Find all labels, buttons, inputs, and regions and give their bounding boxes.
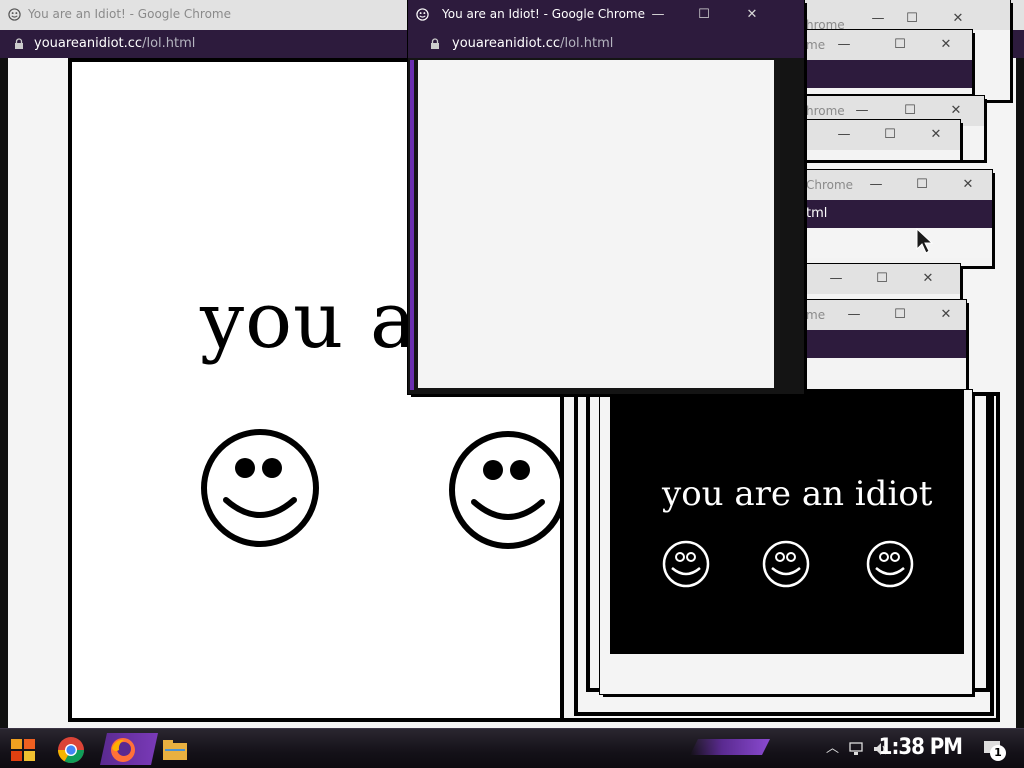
minimize-button[interactable]: —	[832, 34, 856, 56]
lock-icon	[431, 38, 439, 49]
main-window-title: You are an Idiot! - Google Chrome	[28, 7, 231, 21]
popup-window-stack-5[interactable]: Chrome — ☐ ✕ tml	[804, 170, 992, 266]
close-button[interactable]: ✕	[916, 268, 940, 290]
smiley-favicon-icon	[416, 8, 429, 21]
close-button[interactable]: ✕	[924, 124, 948, 146]
smiley-icon	[662, 540, 710, 588]
popup-url: tml	[806, 206, 828, 221]
maximize-button[interactable]: ☐	[898, 100, 922, 122]
popup-window-stack-2[interactable]: me — ☐ ✕	[804, 30, 972, 94]
close-button[interactable]: ✕	[740, 4, 764, 26]
popup-title: Chrome	[806, 178, 854, 192]
maximize-button[interactable]: ☐	[878, 124, 902, 146]
active-url: youareanidiot.cc/lol.html	[452, 36, 614, 51]
maximize-button[interactable]: ☐	[910, 174, 934, 196]
popup-address-bar	[804, 330, 966, 358]
smiley-favicon-icon	[8, 8, 21, 21]
popup-titlebar: Chrome — ☐ ✕	[804, 170, 992, 200]
popup-titlebar: me — ☐ ✕	[804, 300, 966, 330]
close-button[interactable]: ✕	[934, 304, 958, 326]
maximize-button[interactable]: ☐	[900, 8, 924, 30]
maximize-button[interactable]: ☐	[870, 268, 894, 290]
popup-address-bar	[804, 60, 972, 88]
popup-window-stack-7[interactable]: me — ☐ ✕	[804, 300, 966, 390]
smiley-icon	[762, 540, 810, 588]
minimize-button[interactable]: —	[850, 100, 874, 122]
show-hidden-icons-icon[interactable]: ︿	[826, 737, 839, 756]
smiley-icon	[201, 429, 319, 547]
idiot-page-small: you are an idiot	[610, 390, 964, 654]
popup-title: me	[806, 38, 826, 52]
right-frame-accent	[1016, 58, 1024, 728]
minimize-button[interactable]: —	[824, 268, 848, 290]
active-titlebar[interactable]: You are an Idiot! - Google Chrome — ☐ ✕	[408, 0, 804, 30]
popup-titlebar: — ☐ ✕	[804, 264, 960, 294]
main-url: youareanidiot.cc/lol.html	[34, 36, 196, 51]
popup-titlebar: me — ☐ ✕	[804, 30, 972, 60]
minimize-button[interactable]: —	[646, 4, 670, 26]
left-frame-accent	[0, 58, 8, 728]
popup-title: hrome	[806, 18, 845, 30]
lock-icon	[15, 38, 23, 49]
notification-center-icon[interactable]: 1	[982, 739, 1006, 761]
popup-window-active[interactable]: You are an Idiot! - Google Chrome — ☐ ✕ …	[408, 0, 804, 394]
popup-title: hrome	[806, 104, 845, 118]
popup-window-stack-6[interactable]: — ☐ ✕	[804, 264, 960, 300]
file-explorer-icon[interactable]	[160, 735, 190, 765]
taskbar: ︿ 1:38 PM 1	[0, 728, 1024, 768]
minimize-button[interactable]: —	[832, 124, 856, 146]
close-button[interactable]: ✕	[934, 34, 958, 56]
big-idiot-text: you a	[200, 276, 418, 366]
smiley-icon	[449, 431, 564, 549]
notification-count-badge: 1	[990, 745, 1006, 761]
maximize-button[interactable]: ☐	[888, 304, 912, 326]
popup-content	[804, 228, 992, 258]
taskbar-decoration	[690, 739, 770, 755]
firefox-icon[interactable]	[108, 735, 138, 765]
network-icon[interactable]	[848, 741, 864, 757]
popup-address-bar: tml	[804, 200, 992, 228]
chrome-icon[interactable]	[56, 735, 86, 765]
close-button[interactable]: ✕	[944, 100, 968, 122]
taskbar-clock[interactable]: 1:38 PM	[879, 735, 963, 760]
active-page-content	[418, 60, 774, 388]
minimize-button[interactable]: —	[866, 8, 890, 30]
popup-window-stack-4[interactable]: — ☐ ✕	[804, 120, 960, 160]
smiley-icon	[866, 540, 914, 588]
popup-titlebar: hrome — ☐ ✕	[800, 0, 1010, 30]
active-window-title: You are an Idiot! - Google Chrome	[442, 7, 645, 21]
close-button[interactable]: ✕	[956, 174, 980, 196]
popup-titlebar: — ☐ ✕	[804, 120, 960, 150]
maximize-button[interactable]: ☐	[888, 34, 912, 56]
minimize-button[interactable]: —	[864, 174, 888, 196]
maximize-button[interactable]: ☐	[692, 4, 716, 26]
small-idiot-text: you are an idiot	[662, 474, 933, 514]
mouse-cursor-icon	[916, 228, 934, 254]
popup-title: me	[806, 308, 826, 322]
minimize-button[interactable]: —	[842, 304, 866, 326]
active-address-bar[interactable]: youareanidiot.cc/lol.html	[408, 30, 804, 58]
popup-window-idiot-small[interactable]: you are an idiot	[600, 390, 972, 694]
start-button-icon[interactable]	[8, 735, 38, 765]
active-frame-accent	[410, 60, 414, 390]
close-button[interactable]: ✕	[946, 8, 970, 30]
